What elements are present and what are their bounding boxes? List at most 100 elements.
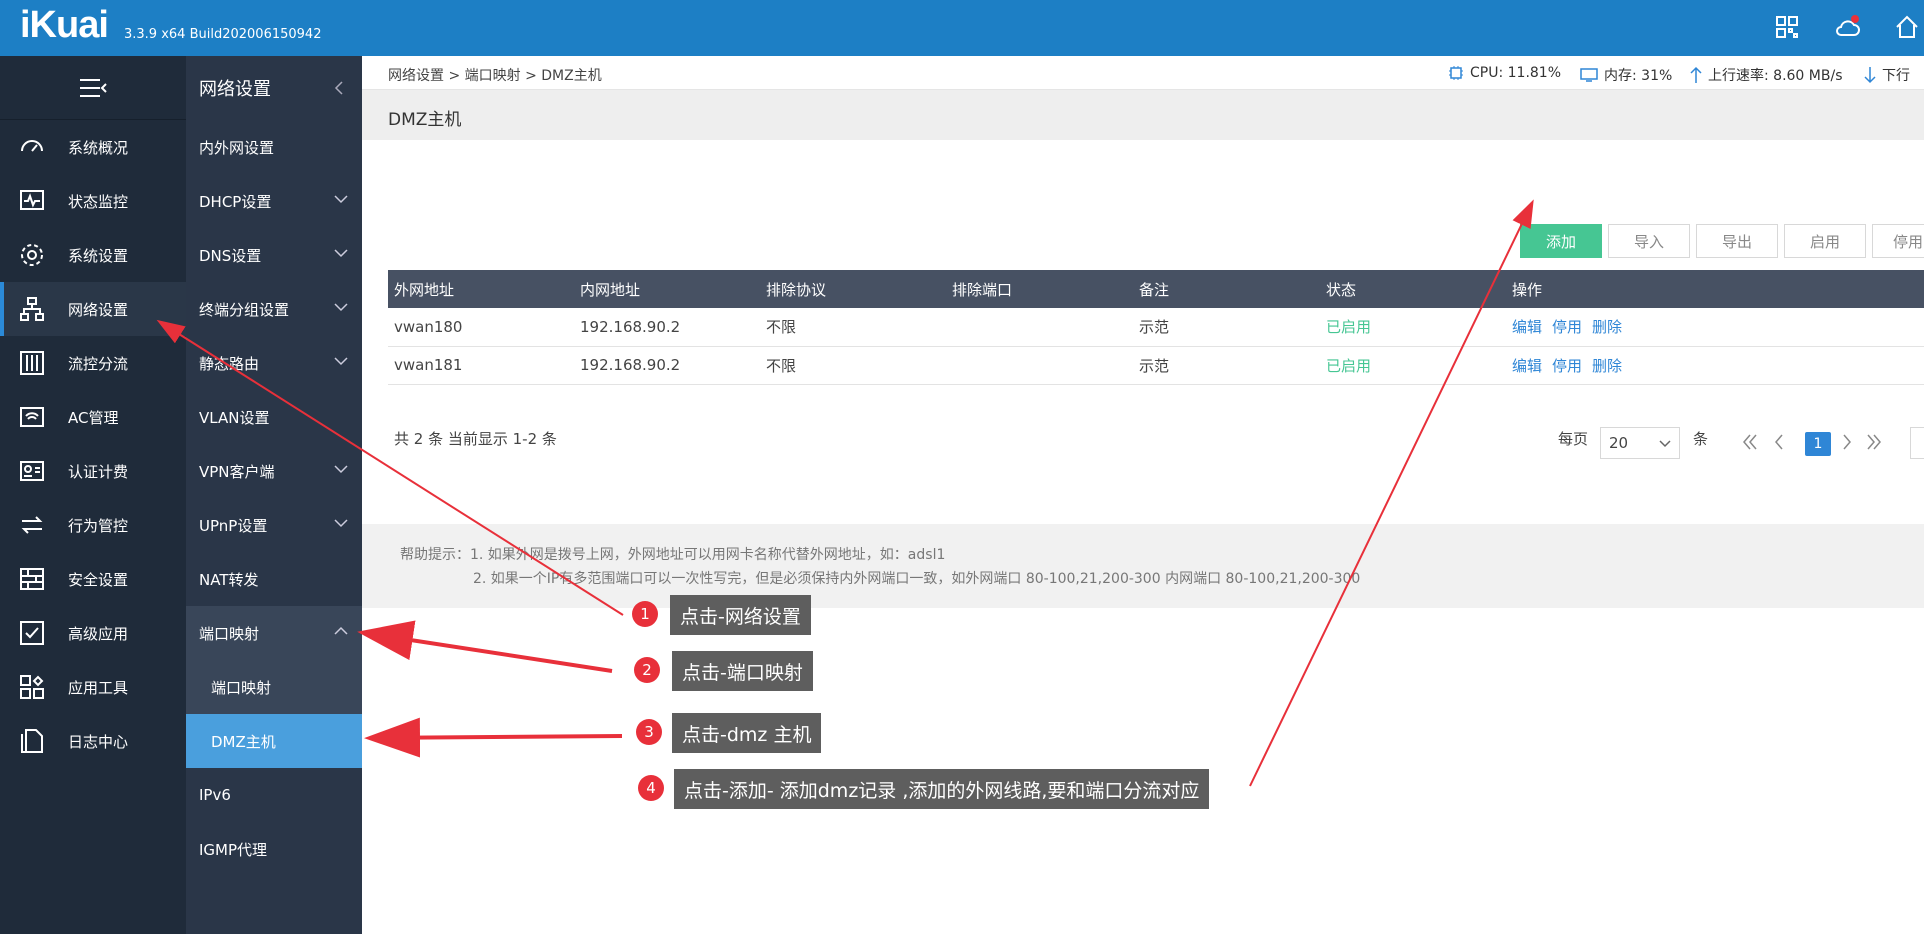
cell-actions: 编辑 停用 删除 [1512, 347, 1632, 385]
delete-link[interactable]: 删除 [1592, 355, 1622, 376]
breadcrumb: 网络设置 > 端口映射 > DMZ主机 [388, 65, 602, 85]
upload-value: 上行速率: 8.60 MB/s [1708, 68, 1843, 84]
subnav-item-12[interactable]: DMZ主机 [186, 714, 362, 768]
sidebar-item-3[interactable]: 系统设置 [0, 228, 186, 282]
per-page-select[interactable]: 20 [1600, 427, 1680, 459]
cpu-value: CPU: 11.81% [1470, 65, 1562, 81]
annotation-text: 点击-添加- 添加dmz记录 ,添加的外网线路,要和端口分流对应 [674, 769, 1210, 809]
logo: iKuai [20, 4, 109, 46]
column-header: 外网地址 [394, 280, 455, 299]
subnav-item-9[interactable]: NAT转发 [186, 552, 362, 606]
arrows-icon [21, 516, 43, 534]
subnav-item-4[interactable]: 终端分组设置 [186, 282, 362, 336]
subnav-item-14[interactable]: IGMP代理 [186, 822, 362, 876]
sidebar-item-4[interactable]: 网络设置 [0, 282, 186, 336]
help-line-1: 帮助提示：1. 如果外网是拨号上网，外网地址可以用网卡名称代替外网地址，如：ad… [400, 547, 946, 563]
sidebar-item-5[interactable]: 流控分流 [0, 336, 186, 390]
subnav-item-7[interactable]: VPN客户端 [186, 444, 362, 498]
sidebar-item-8[interactable]: 行为管控 [0, 498, 186, 552]
sidebar-item-2[interactable]: 状态监控 [0, 174, 186, 228]
sidebar-item-label: 系统设置 [68, 246, 129, 265]
subnav-item-10[interactable]: 端口映射 [186, 606, 362, 660]
log-icon [21, 729, 43, 753]
sidebar-item-6[interactable]: AC管理 [0, 390, 186, 444]
sidebar-item-12[interactable]: 日志中心 [0, 714, 186, 768]
prev-page-icon[interactable] [1773, 432, 1785, 452]
menu-toggle-button[interactable] [0, 56, 186, 120]
subnav-item-2[interactable]: DHCP设置 [186, 174, 362, 228]
cell-lan: 192.168.90.2 [580, 317, 681, 336]
breadcrumb-network[interactable]: 网络设置 [388, 68, 444, 84]
column-header: 备注 [1139, 280, 1170, 299]
cell-status: 已启用 [1326, 356, 1372, 375]
breadcrumb-dmz: DMZ主机 [541, 68, 602, 84]
edit-link[interactable]: 编辑 [1512, 355, 1542, 376]
import-button[interactable]: 导入 [1608, 224, 1690, 258]
network-icon [20, 297, 44, 321]
chevron-down-icon [334, 195, 348, 204]
subnav-item-label: DMZ主机 [211, 732, 276, 751]
next-page-icon[interactable] [1841, 432, 1853, 452]
help-box: 帮助提示：1. 如果外网是拨号上网，外网地址可以用网卡名称代替外网地址，如：ad… [362, 524, 1924, 608]
column-header: 操作 [1512, 280, 1543, 299]
chevron-down-icon [334, 249, 348, 258]
enable-button[interactable]: 启用 [1784, 224, 1866, 258]
subnav-item-8[interactable]: UPnP设置 [186, 498, 362, 552]
disable-button[interactable]: 停用 [1872, 224, 1924, 258]
export-button[interactable]: 导出 [1696, 224, 1778, 258]
breadcrumb-port-mapping[interactable]: 端口映射 [465, 68, 521, 84]
sidebar-item-10[interactable]: 高级应用 [0, 606, 186, 660]
sidebar-item-9[interactable]: 安全设置 [0, 552, 186, 606]
cell-status: 已启用 [1326, 318, 1372, 337]
chevron-left-icon[interactable] [334, 80, 344, 96]
subnav-item-6[interactable]: VLAN设置 [186, 390, 362, 444]
column-header: 内网地址 [580, 280, 641, 299]
delete-link[interactable]: 删除 [1592, 316, 1622, 337]
cell-wan: vwan181 [394, 356, 463, 375]
add-button[interactable]: 添加 [1520, 224, 1602, 258]
annotation-text: 点击-端口映射 [672, 651, 813, 691]
annotation-badge: 2 [634, 657, 660, 683]
sidebar-item-label: 安全设置 [68, 570, 129, 589]
sidebar-item-label: 应用工具 [68, 678, 129, 697]
per-page-value: 20 [1609, 434, 1629, 452]
sidebar-item-11[interactable]: 应用工具 [0, 660, 186, 714]
cpu-stat: CPU: 11.81% [1448, 65, 1561, 81]
page-jump-input[interactable] [1910, 427, 1924, 459]
apps-grid-icon[interactable] [1774, 14, 1800, 40]
cloud-icon[interactable] [1834, 14, 1860, 40]
sidebar-item-1[interactable]: 系统概况 [0, 120, 186, 174]
table-row: vwan180 192.168.90.2 不限 示范 已启用 编辑 停用 删除 [388, 308, 1924, 347]
current-page[interactable]: 1 [1805, 432, 1831, 456]
sidebar-item-label: 日志中心 [68, 732, 129, 751]
subnav-item-1[interactable]: 内外网设置 [186, 120, 362, 174]
last-page-icon[interactable] [1865, 432, 1883, 452]
cell-actions: 编辑 停用 删除 [1512, 308, 1632, 346]
subnav-item-label: 静态路由 [199, 354, 260, 373]
chevron-down-icon [334, 519, 348, 528]
disable-link[interactable]: 停用 [1552, 355, 1582, 376]
annotation-text: 点击-网络设置 [670, 595, 811, 635]
chevron-down-icon [334, 357, 348, 366]
subnav-item-11[interactable]: 端口映射 [186, 660, 362, 714]
disable-link[interactable]: 停用 [1552, 316, 1582, 337]
subnav-item-label: 端口映射 [199, 624, 260, 643]
cell-lan: 192.168.90.2 [580, 356, 681, 375]
subnav-item-label: 终端分组设置 [199, 300, 290, 319]
secondary-sidebar: 网络设置 内外网设置 DHCP设置 DNS设置 终端分组设置 静态路由 VLAN设置 VPN… [186, 56, 362, 934]
chevron-down-icon [334, 303, 348, 312]
subnav-item-label: 端口映射 [211, 678, 272, 697]
subnav-item-3[interactable]: DNS设置 [186, 228, 362, 282]
sidebar-item-7[interactable]: 认证计费 [0, 444, 186, 498]
monitor-icon [1580, 68, 1598, 82]
subnav-item-label: 内外网设置 [199, 138, 275, 157]
edit-link[interactable]: 编辑 [1512, 316, 1542, 337]
annotation-badge: 1 [632, 601, 658, 627]
cell-proto: 不限 [766, 318, 797, 337]
arrow-down-icon [1864, 67, 1876, 84]
sidebar-item-label: 认证计费 [68, 462, 129, 481]
subnav-item-5[interactable]: 静态路由 [186, 336, 362, 390]
subnav-item-13[interactable]: IPv6 [186, 768, 362, 822]
first-page-icon[interactable] [1741, 432, 1759, 452]
home-icon[interactable] [1894, 14, 1920, 40]
